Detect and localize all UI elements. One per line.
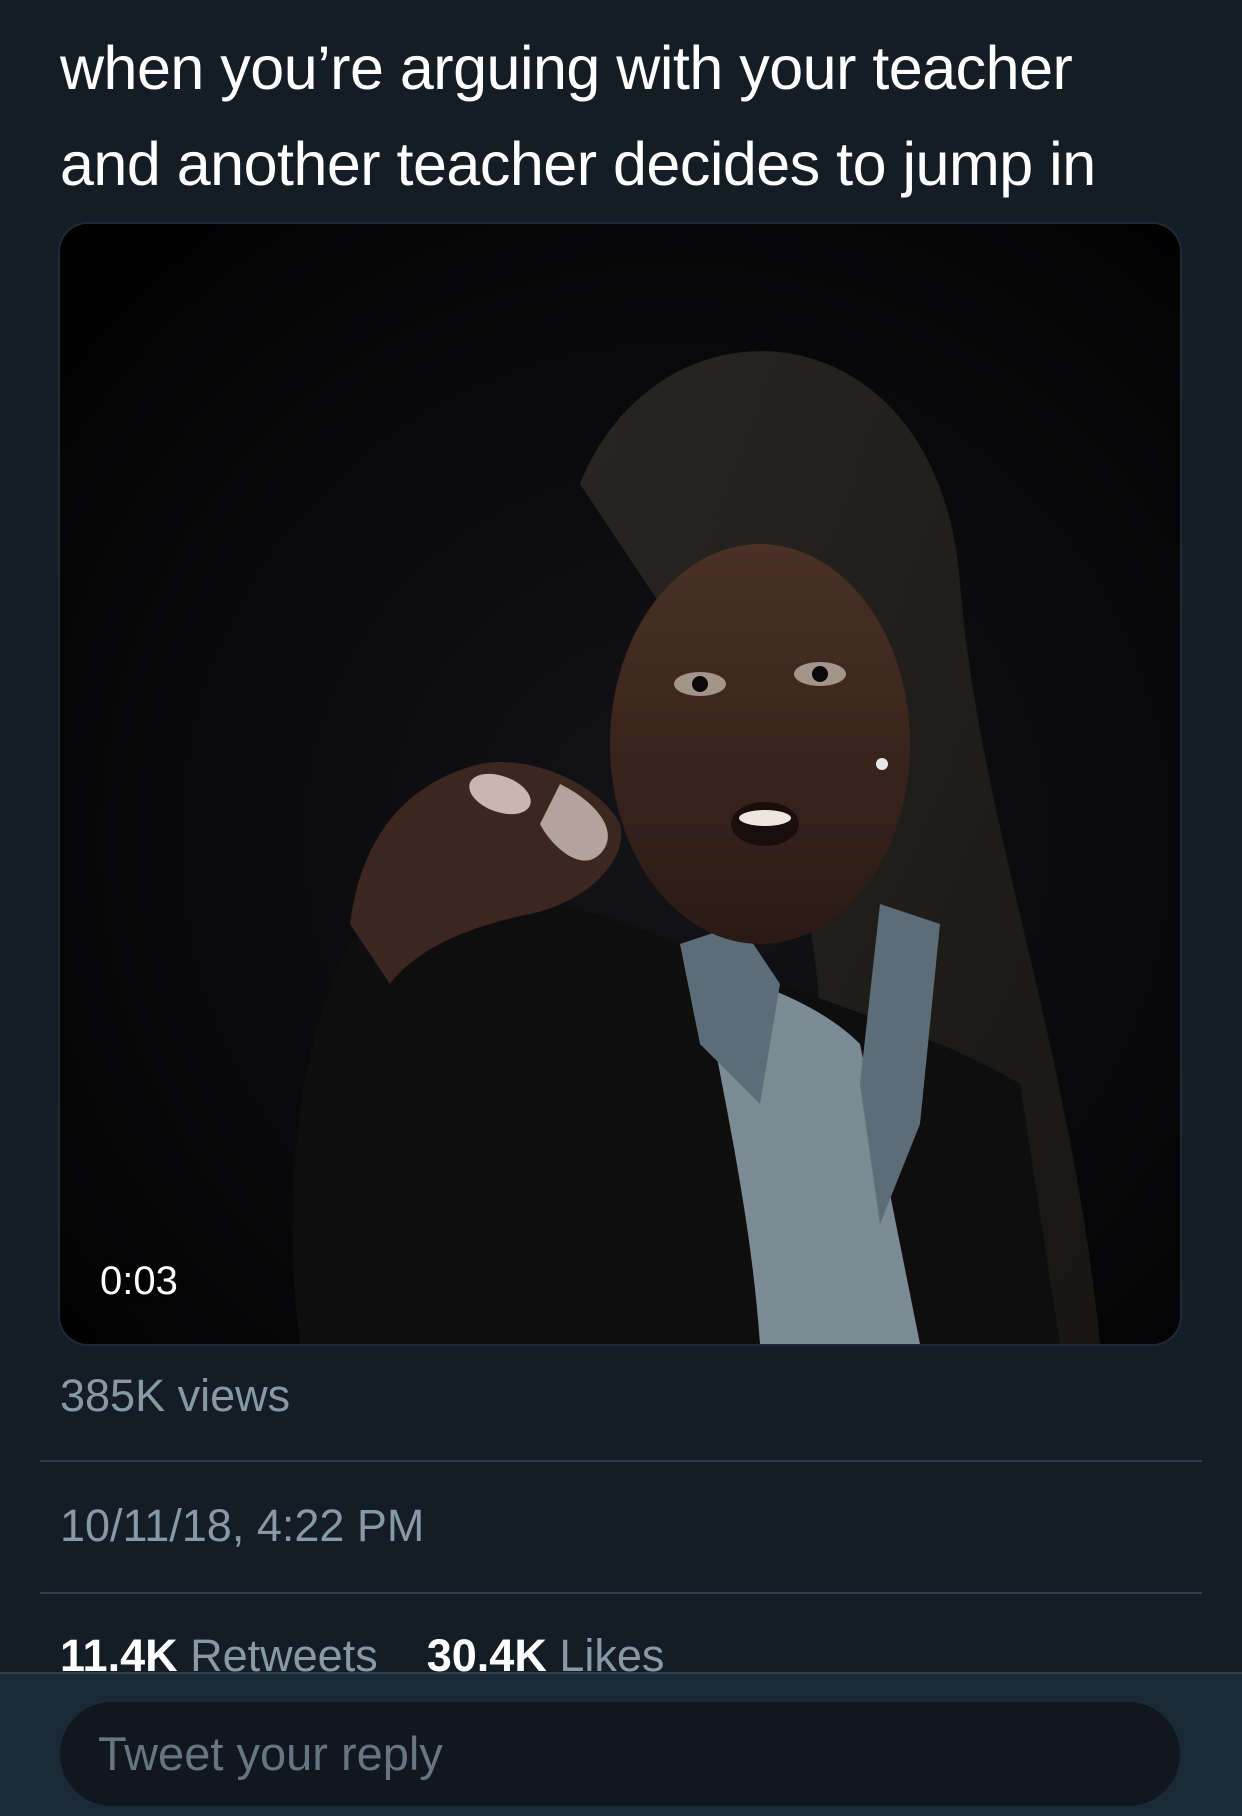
- video-frame: [60, 224, 1180, 1344]
- tweet-text-line-2: and another teacher decides to jump in: [60, 130, 1096, 198]
- tweet-text: when you’re arguing with your teacher an…: [60, 20, 1190, 212]
- reply-bar: Tweet your reply: [0, 1672, 1242, 1816]
- view-count: 385K views: [60, 1370, 291, 1421]
- divider: [40, 1460, 1202, 1462]
- tweet-timestamp: 10/11/18, 4:22 PM: [60, 1500, 425, 1551]
- tweet-text-line-1: when you’re arguing with your teacher: [60, 34, 1073, 102]
- video-duration: 0:03: [100, 1259, 178, 1303]
- divider: [40, 1592, 1202, 1594]
- reply-input[interactable]: Tweet your reply: [60, 1702, 1180, 1806]
- video-player[interactable]: 0:03: [60, 224, 1180, 1344]
